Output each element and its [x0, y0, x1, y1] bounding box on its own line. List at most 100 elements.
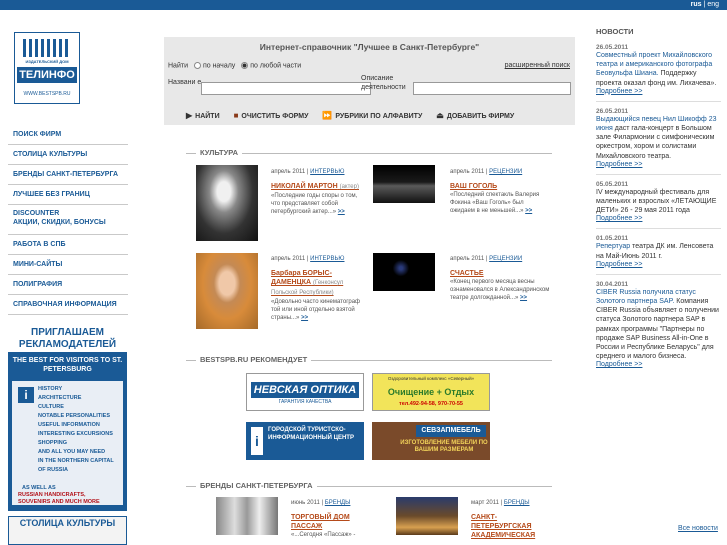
list-item: ARCHITECTURE — [38, 395, 82, 401]
card-date: март 2011 | — [471, 500, 503, 506]
card-tag-link[interactable]: ИНТЕРВЬЮ — [310, 169, 344, 175]
news-link[interactable]: Репертуар — [596, 243, 630, 250]
stop-icon: ■ — [233, 111, 239, 120]
card-title-link[interactable]: НИКОЛАЙ МАРТОН (актер) — [271, 182, 366, 192]
news-more-link[interactable]: Подробнее >> — [596, 88, 721, 102]
name-field[interactable] — [201, 82, 371, 95]
news-more-link[interactable]: Подробнее >> — [596, 261, 721, 275]
nav-item-spb-brands[interactable]: БРЕНДЫ САНКТ-ПЕТЕРБУРГА — [8, 165, 128, 185]
name-field-label: Названи е — [168, 79, 202, 86]
radio-from-start[interactable] — [193, 62, 201, 69]
banner-subtitle: Оздоровительный комплекс «Северный» — [387, 376, 475, 381]
search-panel: Интернет-справочник "Лучшее в Санкт-Пете… — [164, 37, 575, 125]
add-firm-button[interactable]: ⏏ ДОБАВИТЬ ФИРМУ — [436, 111, 514, 120]
section-title: БРЕНДЫ САНКТ-ПЕТЕРБУРГА — [196, 481, 317, 491]
card-date: июнь 2011 | — [291, 500, 324, 506]
play-icon: ▶ — [186, 111, 193, 120]
card-passage: июнь 2011 | БРЕНДЫ ТОРГОВЫЙ ДОМ ПАССАЖ «… — [291, 499, 369, 539]
tourist-center-banner[interactable]: i ГОРОДСКОЙ ТУРИСТСКО-ИНФОРМАЦИОННЫЙ ЦЕН… — [246, 422, 364, 460]
list-item: AND ALL YOU MAY NEED — [38, 449, 106, 455]
nav-item-discounter-sub: АКЦИИ, СКИДКИ, БОНУСЫ — [13, 219, 106, 226]
search-mode: Найти по началу по любой части — [168, 62, 301, 69]
nav-item-discounter[interactable]: DISCOUNTER АКЦИИ, СКИДКИ, БОНУСЫ — [8, 205, 128, 235]
card-more-link[interactable]: >> — [338, 209, 345, 215]
borys-photo[interactable] — [196, 253, 258, 329]
news-text: IV международный фестиваль для маленьких… — [596, 188, 721, 216]
list-item: IN THE NORTHERN CAPITAL — [38, 458, 114, 464]
card-borys: апрель 2011 | ИНТЕРВЬЮ Барбара БОРЫС-ДАМ… — [271, 255, 366, 322]
news-more-link[interactable]: Подробнее >> — [596, 361, 721, 374]
rubrics-button[interactable]: ⏩ РУБРИКИ ПО АЛФАВИТУ — [322, 111, 422, 120]
lang-eng-link[interactable]: eng — [707, 1, 719, 8]
passage-photo[interactable] — [216, 497, 278, 535]
card-academy: март 2011 | БРЕНДЫ САНКТ-ПЕТЕРБУРГСКАЯ А… — [471, 499, 551, 540]
culture-capital-banner[interactable]: СТОЛИЦА КУЛЬТУРЫ — [8, 516, 127, 545]
section-brands: БРЕНДЫ САНКТ-ПЕТЕРБУРГА — [186, 481, 552, 491]
advertisers-box: i HISTORY ARCHITECTURE CULTURE NOTABLE P… — [11, 380, 124, 506]
academy-photo[interactable] — [396, 497, 458, 535]
nevskaya-optika-banner[interactable]: НЕВСКАЯ ОПТИКА ГАРАНТИЯ КАЧЕСТВА — [246, 373, 364, 411]
logo-url-text: WWW.BESTSPB.RU — [23, 91, 71, 97]
list-item: USEFUL INFORMATION — [38, 422, 100, 428]
advanced-search-link[interactable]: расширенный поиск — [505, 62, 570, 69]
card-more-link[interactable]: >> — [525, 208, 532, 214]
advertisers-banner[interactable]: ПРИГЛАШАЕМ РЕКЛАМОДАТЕЛЕЙ THE BEST FOR V… — [8, 326, 127, 511]
news-text: Репертуар театра ДК им. Ленсовета на Май… — [596, 242, 721, 260]
logo-brand-text: ТЕЛИНФО — [17, 67, 77, 83]
description-field[interactable] — [413, 82, 571, 95]
clear-form-button[interactable]: ■ ОЧИСТИТЬ ФОРМУ — [233, 111, 309, 120]
news-more-link[interactable]: Подробнее >> — [596, 161, 721, 175]
culture-capital-banner-title: СТОЛИЦА КУЛЬТУРЫ — [19, 518, 116, 528]
nav-item-jobs[interactable]: РАБОТА В СПБ — [8, 235, 128, 255]
news-column: НОВОСТИ 26.05.2011 Совместный проект Мих… — [596, 27, 721, 376]
list-item: NOTABLE PERSONALITIES — [38, 413, 111, 419]
card-title-link[interactable]: Барбара БОРЫС-ДАМЕНЦКА (Генконсул Польск… — [271, 269, 366, 298]
card-tag-link[interactable]: РЕЦЕНЗИИ — [489, 256, 522, 262]
nav-item-mini-sites[interactable]: МИНИ-САЙТЫ — [8, 255, 128, 275]
card-title: НИКОЛАЙ МАРТОН — [271, 183, 338, 190]
card-title-link[interactable]: САНКТ-ПЕТЕРБУРГСКАЯ АКАДЕМИЧЕСКАЯ — [471, 513, 551, 540]
card-tag-link[interactable]: ИНТЕРВЬЮ — [310, 256, 344, 262]
nav-item-printing[interactable]: ПОЛИГРАФИЯ — [8, 275, 128, 295]
banner-subtitle: ГАРАНТИЯ КАЧЕСТВА — [278, 399, 332, 405]
nav-item-culture-capital[interactable]: СТОЛИЦА КУЛЬТУРЫ — [8, 145, 128, 165]
card-tag-link[interactable]: БРЕНДЫ — [325, 500, 351, 506]
find-button[interactable]: ▶ НАЙТИ — [186, 111, 220, 120]
marton-photo[interactable] — [196, 165, 258, 241]
news-more-link[interactable]: Подробнее >> — [596, 215, 721, 230]
find-button-label: НАЙТИ — [195, 113, 220, 120]
card-more-link[interactable]: >> — [520, 295, 527, 301]
language-switcher: rus | eng — [691, 0, 719, 10]
card-more-link[interactable]: >> — [301, 315, 308, 321]
card-title-link[interactable]: СЧАСТЬЕ — [450, 269, 550, 278]
news-body: IV международный фестиваль для маленьких… — [596, 188, 717, 215]
card-title-link[interactable]: ВАШ ГОГОЛЬ — [450, 182, 550, 191]
gogol-photo[interactable] — [373, 165, 435, 203]
nav-item-search-firms[interactable]: ПОИСК ФИРМ — [8, 125, 128, 145]
lang-rus-link[interactable]: rus — [691, 1, 702, 8]
happiness-photo[interactable] — [373, 253, 435, 291]
card-excerpt: «Довольно часто кинематограф той или ино… — [271, 299, 360, 321]
sevzapmebel-banner[interactable]: СЕВЗАПМЕБЕЛЬ ИЗГОТОВЛЕНИЕ МЕБЕЛИ ПО ВАШИ… — [372, 422, 490, 460]
all-news-link[interactable]: Все новости — [678, 525, 718, 532]
card-marton: апрель 2011 | ИНТЕРВЬЮ НИКОЛАЙ МАРТОН (а… — [271, 168, 366, 216]
nav-item-best-no-borders[interactable]: ЛУЧШЕЕ БЕЗ ГРАНИЦ — [8, 185, 128, 205]
severny-banner[interactable]: Оздоровительный комплекс «Северный» Очищ… — [372, 373, 490, 411]
card-date: апрель 2011 | — [271, 169, 309, 175]
nav-item-reference-info[interactable]: СПРАВОЧНАЯ ИНФОРМАЦИЯ — [8, 295, 128, 315]
info-icon: i — [251, 427, 263, 455]
news-text: Выдающийся певец Нил Шикофф 23 июня даст… — [596, 115, 721, 161]
site-logo[interactable]: ИЗДАТЕЛЬСКИЙ ДОМ ТЕЛИНФО WWW.BESTSPB.RU — [14, 32, 80, 104]
nav-item-discounter-label: DISCOUNTER — [13, 210, 60, 217]
card-title-link[interactable]: ТОРГОВЫЙ ДОМ ПАССАЖ — [291, 513, 369, 531]
card-tag-link[interactable]: РЕЦЕНЗИИ — [489, 169, 522, 175]
radio-any-part[interactable] — [241, 62, 249, 69]
list-item: SOUVENIRS AND MUCH MORE — [18, 499, 100, 505]
logo-publisher-text: ИЗДАТЕЛЬСКИЙ ДОМ — [25, 59, 69, 64]
list-item: RUSSIAN HANDICRAFTS, — [18, 492, 86, 498]
card-excerpt: «Конец первого месяца весны ознаменовалс… — [450, 279, 550, 301]
card-meta: апрель 2011 | РЕЦЕНЗИИ — [450, 168, 550, 176]
card-tag-link[interactable]: БРЕНДЫ — [504, 500, 530, 506]
section-title: BESTSPB.RU РЕКОМЕНДУЕТ — [196, 355, 312, 365]
card-excerpt: «...Сегодня «Пассаж» - — [291, 532, 356, 538]
